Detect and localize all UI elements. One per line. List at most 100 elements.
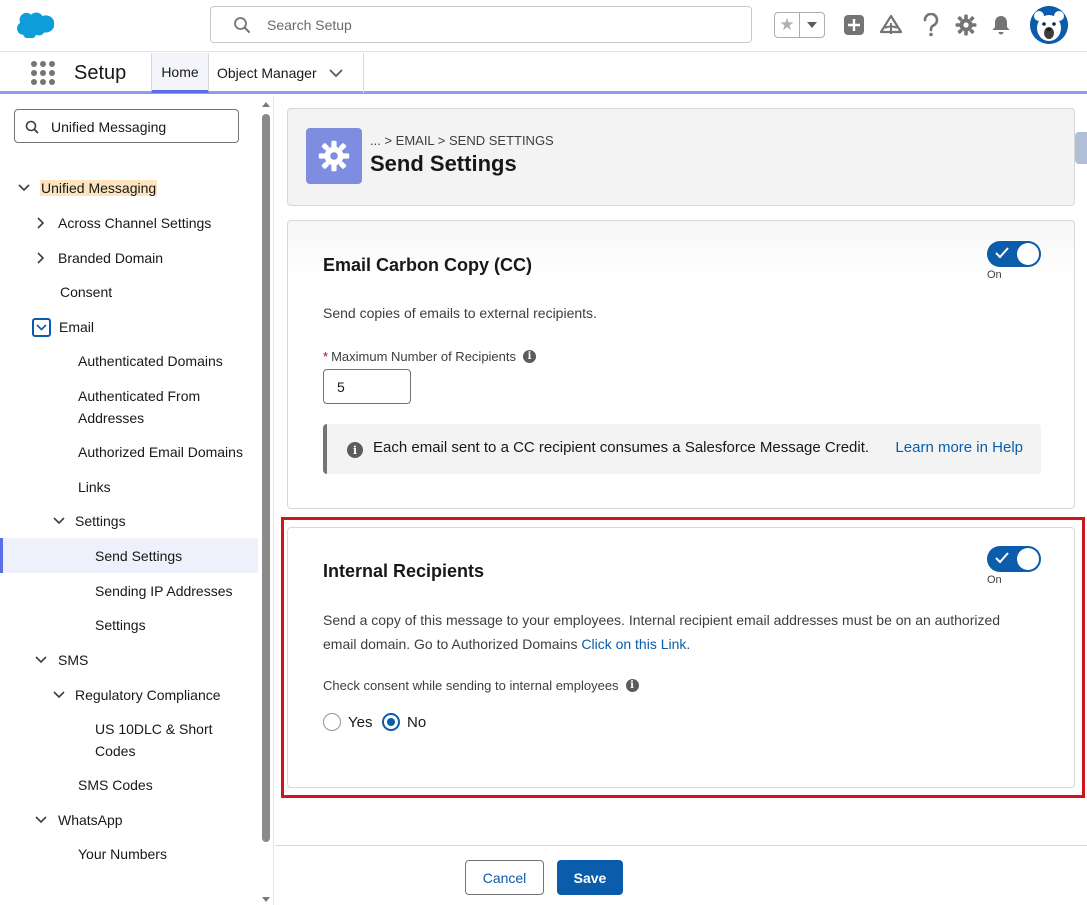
consent-label: Check consent while sending to internal …	[323, 678, 639, 693]
help-icon[interactable]	[919, 13, 943, 37]
nav-item-across-channel-settings[interactable]: Across Channel Settings	[58, 212, 211, 234]
add-icon[interactable]	[842, 13, 866, 37]
favorites-dropdown[interactable]	[800, 13, 824, 37]
internal-toggle[interactable]	[987, 546, 1041, 572]
quick-find-box[interactable]	[14, 109, 239, 143]
radio-no[interactable]: No	[382, 713, 426, 731]
email-cc-card: Email Carbon Copy (CC) On Send copies of…	[287, 220, 1075, 509]
cancel-button[interactable]: Cancel	[465, 860, 544, 895]
cc-toggle[interactable]	[987, 241, 1041, 267]
quick-find-input[interactable]	[51, 117, 231, 137]
nav-item-sms[interactable]: SMS	[58, 649, 88, 671]
internal-toggle-state: On	[987, 574, 1002, 586]
page-title: Send Settings	[370, 151, 517, 176]
internal-recipients-card: Internal Recipients On Send a copy of th…	[287, 527, 1075, 788]
nav-scrollbar[interactable]	[262, 100, 270, 902]
chevron-down-icon[interactable]	[52, 514, 66, 528]
chevron-right-icon[interactable]	[34, 251, 48, 265]
search-icon	[25, 120, 39, 134]
internal-card-title: Internal Recipients	[323, 561, 485, 581]
nav-item-consent[interactable]: Consent	[60, 281, 112, 303]
app-launcher-icon[interactable]	[30, 60, 56, 86]
nav-item-sending-ip-addresses[interactable]: Sending IP Addresses	[95, 580, 233, 602]
authorized-domains-link[interactable]: Click on this Link.	[581, 636, 690, 652]
nav-item-label: Unified Messaging	[40, 180, 158, 196]
salesforce-logo[interactable]	[16, 12, 54, 38]
context-bar: Setup Home Object Manager	[0, 53, 1087, 94]
nav-item-authenticated-from-addresses[interactable]: Authenticated From	[78, 385, 200, 407]
chevron-down-icon[interactable]	[52, 688, 66, 702]
chevron-down-icon	[807, 22, 817, 28]
avatar[interactable]	[1030, 6, 1068, 44]
radio-no-label: No	[407, 713, 427, 731]
gear-icon[interactable]	[954, 13, 978, 37]
info-icon[interactable]: i	[625, 679, 639, 692]
side-panel-handle[interactable]	[1075, 132, 1087, 164]
nav-item-branded-domain[interactable]: Branded Domain	[58, 247, 163, 269]
internal-description-line2-text: email domain. Go to Authorized Domains	[323, 636, 582, 652]
learn-more-link[interactable]: Learn more in Help	[895, 439, 1023, 456]
nav-item-authenticated-from-addresses-cont[interactable]: Addresses	[78, 407, 144, 429]
nav-item-us-10dlc-cont[interactable]: Codes	[95, 740, 135, 762]
tab-home[interactable]: Home	[151, 53, 209, 93]
cc-toggle-state: On	[987, 269, 1002, 281]
nav-item-regulatory-compliance[interactable]: Regulatory Compliance	[75, 684, 221, 706]
chevron-down-icon[interactable]	[328, 68, 343, 78]
toggle-knob	[1017, 243, 1039, 265]
tab-home-label: Home	[161, 63, 199, 80]
credit-info-callout: i Each email sent to a CC recipient cons…	[323, 424, 1041, 474]
nav-item-authorized-email-domains[interactable]: Authorized Email Domains	[78, 441, 243, 463]
nav-item-email[interactable]: Email	[59, 316, 94, 338]
nav-item-links[interactable]: Links	[78, 476, 111, 498]
nav-item-us-10dlc[interactable]: US 10DLC & Short	[95, 718, 213, 740]
star-icon[interactable]: ★	[775, 13, 800, 37]
nav-item-email-settings[interactable]: Settings	[75, 510, 126, 532]
bell-icon[interactable]	[989, 13, 1013, 37]
trailhead-icon[interactable]	[879, 13, 903, 37]
internal-description-line1: Send a copy of this message to your empl…	[323, 612, 1001, 628]
radio-yes[interactable]: Yes	[323, 713, 372, 731]
setup-tree-nav: Unified Messaging Across Channel Setting…	[0, 96, 274, 905]
consent-label-text: Check consent while sending to internal …	[323, 678, 619, 693]
max-recipients-input[interactable]	[323, 369, 411, 404]
global-header: ★	[0, 0, 1087, 52]
internal-description: Send a copy of this message to your empl…	[323, 608, 1000, 656]
settings-gear-icon	[306, 128, 362, 184]
max-recipients-label: * Maximum Number of Recipients i	[323, 349, 537, 364]
max-recipients-label-text: Maximum Number of Recipients	[331, 349, 517, 364]
chevron-down-icon[interactable]	[17, 181, 31, 195]
nav-item-settings[interactable]: Settings	[95, 614, 146, 636]
footer-action-bar: Cancel Save	[275, 845, 1087, 905]
chevron-down-icon[interactable]	[34, 813, 48, 827]
info-icon[interactable]: i	[523, 350, 537, 363]
scroll-up-icon[interactable]	[262, 100, 270, 108]
scroll-down-icon[interactable]	[262, 896, 270, 904]
tab-object-manager-label: Object Manager	[217, 65, 317, 81]
tab-object-manager[interactable]: Object Manager	[209, 53, 364, 93]
radio-yes-circle[interactable]	[323, 713, 341, 731]
nav-item-your-numbers[interactable]: Your Numbers	[78, 843, 167, 865]
nav-item-whatsapp[interactable]: WhatsApp	[58, 809, 123, 831]
radio-no-circle[interactable]	[382, 713, 400, 731]
chevron-right-icon[interactable]	[34, 216, 48, 230]
toggle-knob	[1017, 548, 1039, 570]
search-setup-box[interactable]	[210, 6, 752, 43]
save-button[interactable]: Save	[557, 860, 623, 895]
cc-card-title: Email Carbon Copy (CC)	[323, 255, 533, 275]
nav-item-unified-messaging[interactable]: Unified Messaging	[40, 177, 158, 199]
nav-item-sms-codes[interactable]: SMS Codes	[78, 774, 153, 796]
radio-yes-label: Yes	[348, 713, 373, 731]
scrollbar-thumb[interactable]	[262, 114, 270, 842]
nav-item-send-settings[interactable]: Send Settings	[95, 545, 182, 567]
nav-item-authenticated-domains[interactable]: Authenticated Domains	[78, 350, 223, 372]
chevron-down-icon[interactable]	[32, 318, 51, 337]
callout-text: Each email sent to a CC recipient consum…	[373, 439, 870, 456]
main-content: ... > EMAIL > SEND SETTINGS Send Setting…	[275, 96, 1087, 846]
search-input[interactable]	[267, 15, 727, 35]
favorites-group: ★	[774, 12, 825, 38]
app-name: Setup	[74, 62, 127, 84]
breadcrumb[interactable]: ... > EMAIL > SEND SETTINGS	[370, 133, 554, 148]
check-icon	[995, 247, 1009, 259]
check-icon	[995, 552, 1009, 564]
chevron-down-icon[interactable]	[34, 653, 48, 667]
